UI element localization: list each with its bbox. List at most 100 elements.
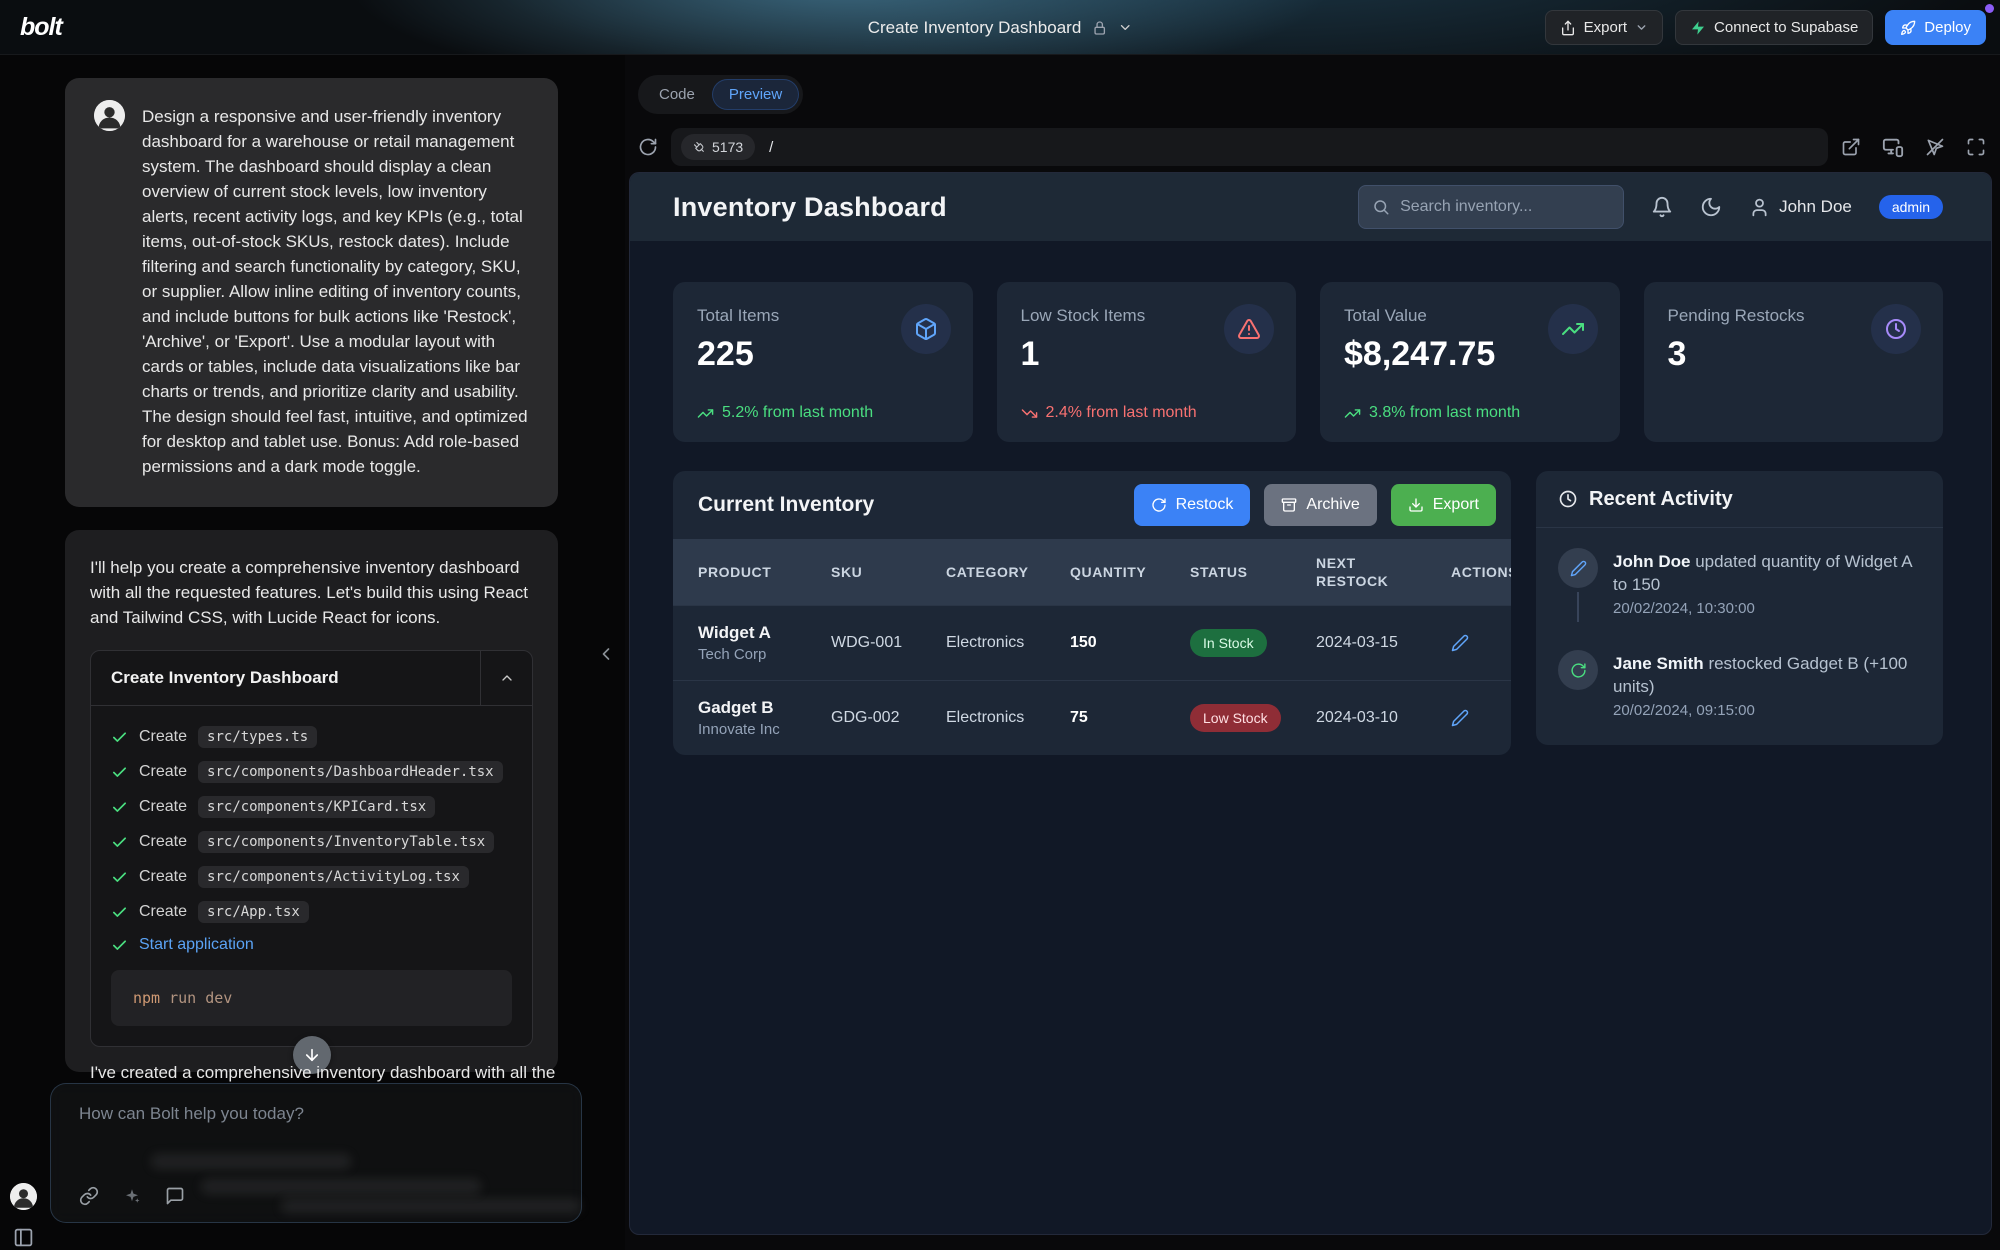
- chat-panel: Design a responsive and user-friendly in…: [0, 55, 625, 1250]
- activity-user: John Doe: [1613, 552, 1690, 571]
- chevron-down-icon[interactable]: [1117, 20, 1132, 35]
- port-pill[interactable]: 5173: [681, 134, 755, 160]
- blurred-text-ghost: [281, 1199, 581, 1213]
- user-menu[interactable]: John Doe: [1749, 197, 1852, 218]
- kpi-trend: 5.2% from last month: [697, 404, 873, 422]
- build-step: Create src/components/DashboardHeader.ts…: [111, 761, 512, 783]
- step-action: Create: [139, 903, 187, 921]
- activity-time: 20/02/2024, 10:30:00: [1613, 600, 1921, 617]
- trend-up-icon: [1344, 405, 1361, 422]
- activity-user: Jane Smith: [1613, 654, 1704, 673]
- chat-icon[interactable]: [165, 1186, 185, 1206]
- edit-row-button[interactable]: [1451, 709, 1511, 727]
- tab-code[interactable]: Code: [642, 79, 712, 110]
- export-label: Export: [1584, 19, 1627, 36]
- build-step: Create src/components/ActivityLog.tsx: [111, 866, 512, 888]
- url-bar-row: 5173 /: [638, 128, 1986, 166]
- col-product: PRODUCT: [698, 564, 831, 580]
- sparkles-icon[interactable]: [123, 1187, 141, 1205]
- reload-icon[interactable]: [638, 137, 658, 157]
- dashboard-header: Inventory Dashboard John Doe admin: [630, 173, 1991, 241]
- inventory-search[interactable]: [1358, 185, 1624, 229]
- recent-activity-card: Recent Activity John Doe updated quantit…: [1536, 471, 1943, 745]
- build-card-header[interactable]: Create Inventory Dashboard: [91, 651, 532, 706]
- preview-frame: Inventory Dashboard John Doe admin Total…: [629, 172, 1992, 1235]
- cell-quantity[interactable]: 75: [1070, 709, 1190, 727]
- build-step: Create src/components/InventoryTable.tsx: [111, 831, 512, 853]
- deploy-label: Deploy: [1924, 19, 1971, 36]
- cell-quantity[interactable]: 150: [1070, 634, 1190, 652]
- chevron-up-icon[interactable]: [480, 651, 532, 705]
- table-header: PRODUCT SKU CATEGORY QUANTITY STATUS NEX…: [673, 539, 1511, 605]
- external-link-icon[interactable]: [1841, 137, 1861, 157]
- product-name: Gadget B: [698, 698, 831, 718]
- restock-button[interactable]: Restock: [1134, 484, 1251, 526]
- panel-left-icon[interactable]: [13, 1227, 34, 1248]
- cell-next-restock: 2024-03-15: [1316, 634, 1451, 652]
- command-args: run dev: [169, 989, 232, 1007]
- activity-item: Jane Smith restocked Gadget B (+100 unit…: [1558, 650, 1921, 719]
- workbench: Code Preview 5173 / Inventory Dashboard: [625, 55, 2000, 1250]
- trend-up-icon: [697, 405, 714, 422]
- collapse-chat-handle[interactable]: [596, 643, 616, 665]
- start-application-link[interactable]: Start application: [139, 936, 254, 954]
- user-message: Design a responsive and user-friendly in…: [65, 78, 558, 507]
- col-quantity: QUANTITY: [1070, 564, 1190, 580]
- top-bar: bolt Create Inventory Dashboard Export C…: [0, 0, 2000, 55]
- assistant-message: I'll help you create a comprehensive inv…: [65, 530, 558, 1072]
- build-card: Create Inventory Dashboard Create src/ty…: [90, 650, 533, 1047]
- share-icon: [1560, 20, 1576, 36]
- connect-supabase-label: Connect to Supabase: [1714, 19, 1858, 36]
- cell-sku: WDG-001: [831, 634, 946, 652]
- export-button[interactable]: Export: [1545, 10, 1663, 45]
- col-sku: SKU: [831, 564, 946, 580]
- account-avatar[interactable]: [10, 1183, 37, 1210]
- inspector-off-icon[interactable]: [1925, 137, 1945, 157]
- clock-icon: [1871, 304, 1921, 354]
- rocket-icon: [1900, 20, 1916, 36]
- url-field[interactable]: 5173 /: [671, 128, 1828, 166]
- user-prompt-text: Design a responsive and user-friendly in…: [142, 104, 534, 479]
- tab-preview[interactable]: Preview: [712, 79, 799, 110]
- col-next-restock: NEXT RESTOCK: [1316, 554, 1406, 590]
- chevron-down-icon: [1635, 21, 1648, 34]
- step-action: Create: [139, 833, 187, 851]
- pencil-icon: [1451, 634, 1469, 652]
- kpi-total-items: Total Items 225 5.2% from last month: [673, 282, 973, 442]
- bell-icon[interactable]: [1651, 196, 1673, 218]
- search-input[interactable]: [1400, 198, 1610, 216]
- chevron-left-icon: [596, 643, 616, 665]
- chat-input-box[interactable]: [50, 1083, 582, 1223]
- timeline-connector: [1577, 592, 1579, 622]
- bolt-logo: bolt: [20, 13, 62, 42]
- preview-actions: [1841, 136, 1986, 158]
- fullscreen-icon[interactable]: [1966, 137, 1986, 157]
- step-file-chip[interactable]: src/components/DashboardHeader.tsx: [198, 761, 503, 783]
- devices-icon[interactable]: [1882, 136, 1904, 158]
- link-icon[interactable]: [79, 1186, 99, 1206]
- pencil-icon: [1558, 548, 1598, 588]
- step-file-chip[interactable]: src/types.ts: [198, 726, 317, 748]
- status-dot: [1985, 4, 1994, 13]
- connect-supabase-button[interactable]: Connect to Supabase: [1675, 10, 1873, 45]
- inventory-title: Current Inventory: [698, 493, 1120, 517]
- col-actions: ACTIONS: [1451, 564, 1511, 580]
- terminal-command: npm run dev: [111, 970, 512, 1026]
- archive-button[interactable]: Archive: [1264, 484, 1376, 526]
- step-action: Create: [139, 868, 187, 886]
- step-file-chip[interactable]: src/components/InventoryTable.tsx: [198, 831, 494, 853]
- edit-row-button[interactable]: [1451, 634, 1511, 652]
- export-csv-button[interactable]: Export: [1391, 484, 1496, 526]
- view-tabs: Code Preview: [638, 75, 803, 114]
- user-name: John Doe: [1779, 197, 1852, 217]
- step-file-chip[interactable]: src/App.tsx: [198, 901, 309, 923]
- step-file-chip[interactable]: src/components/KPICard.tsx: [198, 796, 435, 818]
- assistant-intro-text: I'll help you create a comprehensive inv…: [90, 555, 533, 630]
- moon-icon[interactable]: [1700, 196, 1722, 218]
- status-badge: Low Stock: [1190, 704, 1281, 732]
- activity-time: 20/02/2024, 09:15:00: [1613, 702, 1921, 719]
- step-file-chip[interactable]: src/components/ActivityLog.tsx: [198, 866, 469, 888]
- assistant-followup-text: I've created a comprehensive inventory d…: [90, 1063, 560, 1083]
- lock-icon: [1091, 20, 1107, 36]
- deploy-button[interactable]: Deploy: [1885, 10, 1986, 45]
